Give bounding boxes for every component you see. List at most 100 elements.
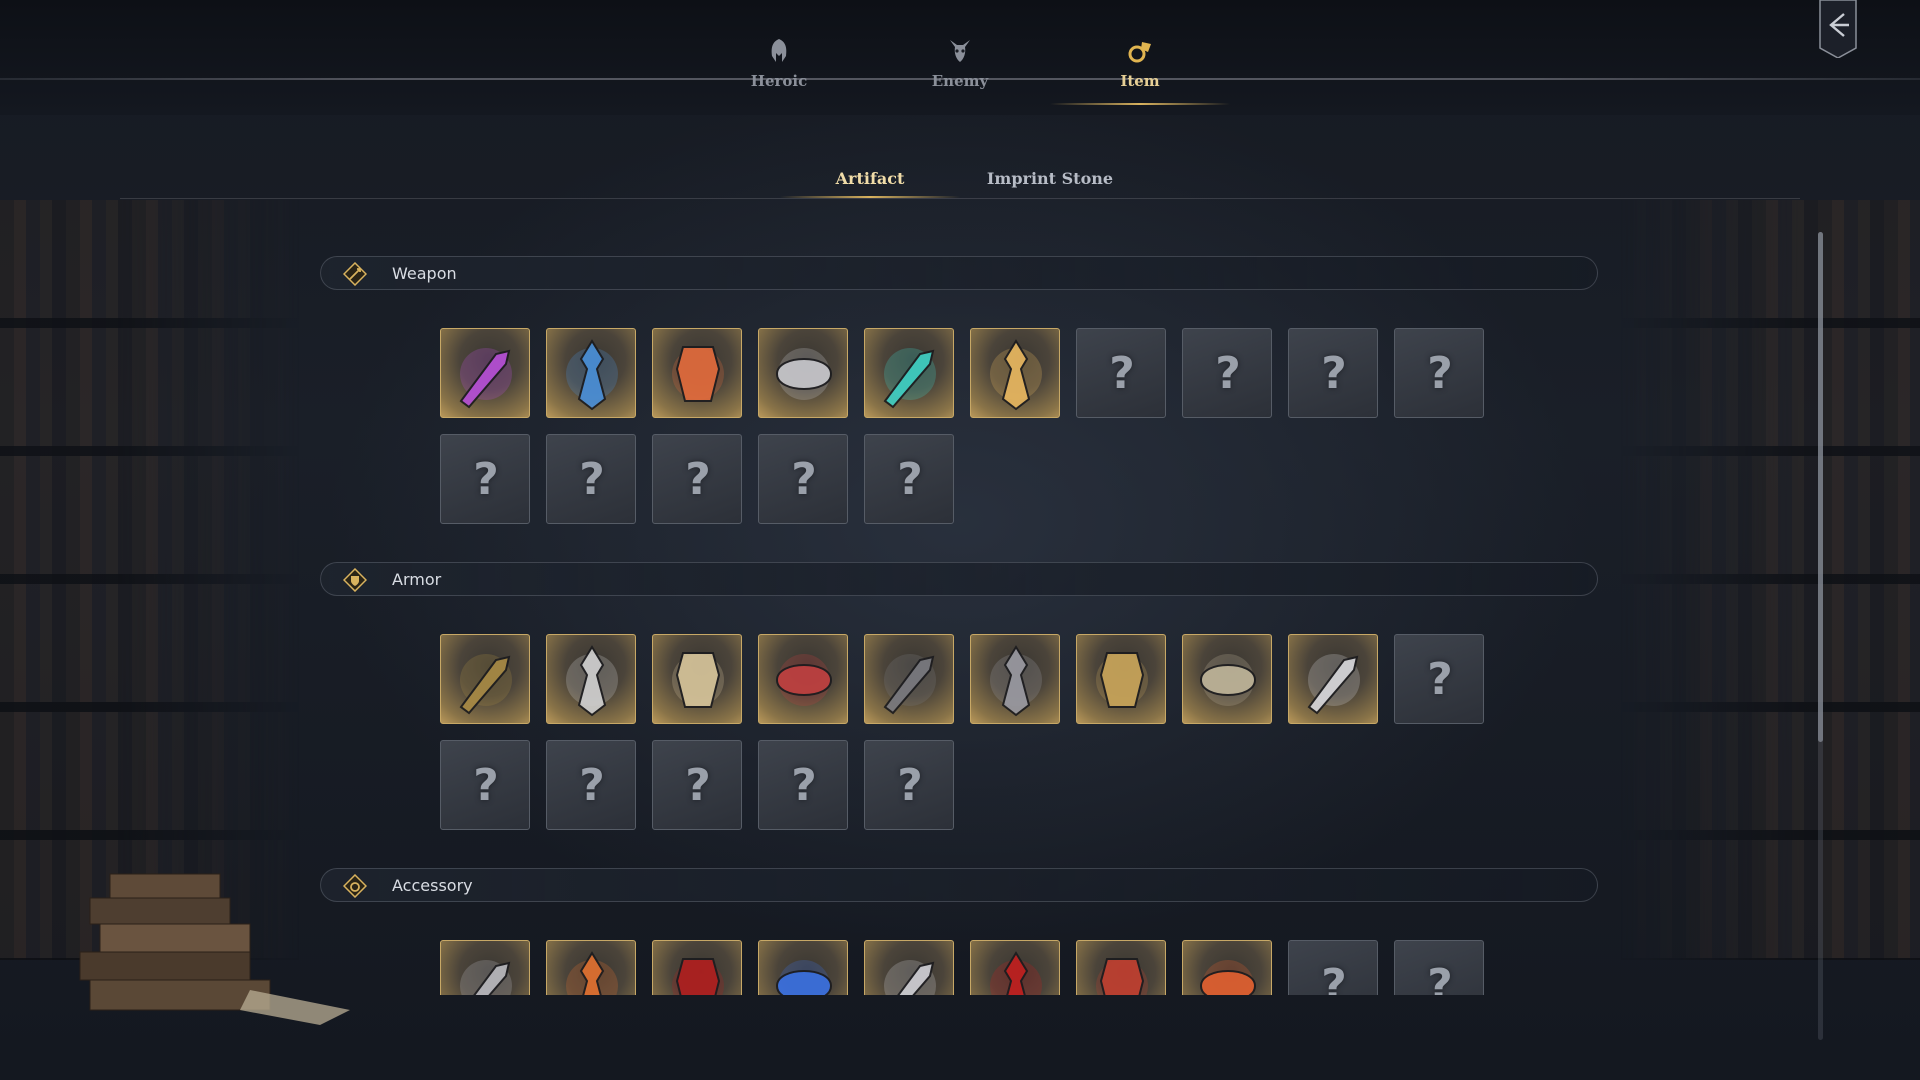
- armor-artifact-tile[interactable]: ?: [758, 740, 848, 830]
- silver-ring-icon: [884, 960, 936, 995]
- tab-enemy[interactable]: Enemy: [875, 36, 1045, 104]
- question-mark-icon: ?: [1427, 960, 1453, 995]
- bookshelf-right: [1620, 200, 1920, 960]
- question-mark-icon: ?: [1427, 348, 1453, 399]
- tab-item[interactable]: Item: [1050, 36, 1230, 105]
- tab-heroic[interactable]: Heroic: [694, 36, 864, 104]
- dark-gauntlet-icon: [883, 654, 936, 715]
- bishop-robe-icon: [672, 652, 724, 708]
- weapon-artifact-tile[interactable]: ?: [440, 434, 530, 524]
- spiked-pauldron-icon: [1199, 654, 1257, 706]
- question-mark-icon: ?: [897, 454, 923, 505]
- hood-icon: [460, 960, 512, 995]
- armor-artifact-tile[interactable]: ?: [440, 740, 530, 830]
- armor-artifact-tile[interactable]: [864, 634, 954, 724]
- armor-artifact-tile[interactable]: [1076, 634, 1166, 724]
- flame-blade-icon: [672, 346, 724, 402]
- tab-heroic-label: Heroic: [750, 72, 808, 90]
- tab-artifact[interactable]: Artifact: [780, 160, 960, 198]
- question-mark-icon: ?: [1427, 654, 1453, 705]
- accessory-artifact-tile[interactable]: [440, 940, 530, 995]
- question-mark-icon: ?: [685, 760, 711, 811]
- chain-icon: [1096, 958, 1148, 995]
- weapon-artifact-tile[interactable]: ?: [1182, 328, 1272, 418]
- armor-diamond-icon: [343, 568, 367, 592]
- section-header-weapon: Weapon: [320, 256, 1598, 290]
- accessory-artifact-tile[interactable]: [864, 940, 954, 995]
- weapon-artifact-tile[interactable]: ?: [546, 434, 636, 524]
- hooded-mantle-icon: [1307, 654, 1360, 715]
- accessory-artifact-tile[interactable]: [1076, 940, 1166, 995]
- scrollbar-thumb[interactable]: [1818, 232, 1823, 742]
- weapon-artifact-tile[interactable]: [440, 328, 530, 418]
- armor-artifact-tile[interactable]: [546, 634, 636, 724]
- fire-scroll-icon: [1199, 960, 1257, 995]
- tab-imprint-stone[interactable]: Imprint Stone: [960, 160, 1140, 198]
- tab-item-label: Item: [1120, 72, 1160, 90]
- question-mark-icon: ?: [685, 454, 711, 505]
- section-header-accessory: Accessory: [320, 868, 1598, 902]
- tab-enemy-label: Enemy: [931, 72, 989, 90]
- bloody-mask-icon: [566, 645, 618, 717]
- armor-artifact-tile[interactable]: [970, 634, 1060, 724]
- accessory-artifact-tile[interactable]: ?: [1394, 940, 1484, 995]
- scrollbar[interactable]: [1818, 232, 1823, 1040]
- accessory-artifact-tile[interactable]: [546, 940, 636, 995]
- armor-artifact-tile[interactable]: ?: [864, 740, 954, 830]
- section-header-armor: Armor: [320, 562, 1598, 596]
- weapon-artifact-tile[interactable]: ?: [1288, 328, 1378, 418]
- armor-artifact-tile[interactable]: [440, 634, 530, 724]
- accessory-artifact-tile[interactable]: [758, 940, 848, 995]
- armor-artifact-tile[interactable]: ?: [652, 740, 742, 830]
- accessory-artifact-tile[interactable]: [652, 940, 742, 995]
- crossed-daggers-icon: [883, 348, 936, 409]
- sub-tab-bar: Artifact Imprint Stone: [780, 160, 1140, 200]
- weapon-artifact-tile[interactable]: [652, 328, 742, 418]
- red-banner-icon: [672, 958, 724, 995]
- question-mark-icon: ?: [473, 760, 499, 811]
- claw-gauntlet-icon: [775, 348, 833, 400]
- armor-artifact-tile[interactable]: [1288, 634, 1378, 724]
- item-bag-icon: [1128, 42, 1151, 63]
- armor-artifact-tile[interactable]: [652, 634, 742, 724]
- accessory-artifact-tile[interactable]: [1182, 940, 1272, 995]
- armor-artifact-tile[interactable]: [1182, 634, 1272, 724]
- weapon-artifact-tile[interactable]: [970, 328, 1060, 418]
- section-title-accessory: Accessory: [392, 876, 473, 895]
- armor-artifact-tile[interactable]: ?: [546, 740, 636, 830]
- demon-icon: [950, 40, 970, 62]
- accessory-artifact-tile[interactable]: [970, 940, 1060, 995]
- red-eye-icon: [990, 951, 1042, 995]
- question-mark-icon: ?: [791, 760, 817, 811]
- knight-helm-icon: [990, 645, 1042, 717]
- magic-staff-icon: [459, 348, 512, 409]
- accessory-artifact-tile[interactable]: ?: [1288, 940, 1378, 995]
- weapon-artifact-tile[interactable]: ?: [758, 434, 848, 524]
- armor-artifact-tile[interactable]: [758, 634, 848, 724]
- weapon-artifact-tile[interactable]: ?: [1394, 328, 1484, 418]
- back-button[interactable]: [1818, 0, 1858, 58]
- question-mark-icon: ?: [897, 760, 923, 811]
- thorn-chestplate-icon: [459, 654, 512, 715]
- question-mark-icon: ?: [1321, 348, 1347, 399]
- section-title-armor: Armor: [392, 570, 442, 589]
- helmet-icon: [771, 39, 787, 62]
- golden-sword-icon: [990, 339, 1042, 411]
- question-mark-icon: ?: [1321, 960, 1347, 995]
- weapon-artifact-tile[interactable]: [864, 328, 954, 418]
- question-mark-icon: ?: [791, 454, 817, 505]
- accessory-diamond-icon: [343, 874, 367, 898]
- question-mark-icon: ?: [1109, 348, 1135, 399]
- weapon-diamond-icon: [343, 262, 367, 286]
- weapon-artifact-tile[interactable]: [546, 328, 636, 418]
- weapon-artifact-tile[interactable]: [758, 328, 848, 418]
- armor-artifact-tile[interactable]: ?: [1394, 634, 1484, 724]
- question-mark-icon: ?: [579, 760, 605, 811]
- golden-glove-icon: [1096, 652, 1148, 708]
- question-mark-icon: ?: [473, 454, 499, 505]
- section-title-weapon: Weapon: [392, 264, 457, 283]
- weapon-artifact-tile[interactable]: ?: [652, 434, 742, 524]
- weapon-artifact-tile[interactable]: ?: [1076, 328, 1166, 418]
- weapon-artifact-tile[interactable]: ?: [864, 434, 954, 524]
- blue-orb-icon: [775, 960, 833, 995]
